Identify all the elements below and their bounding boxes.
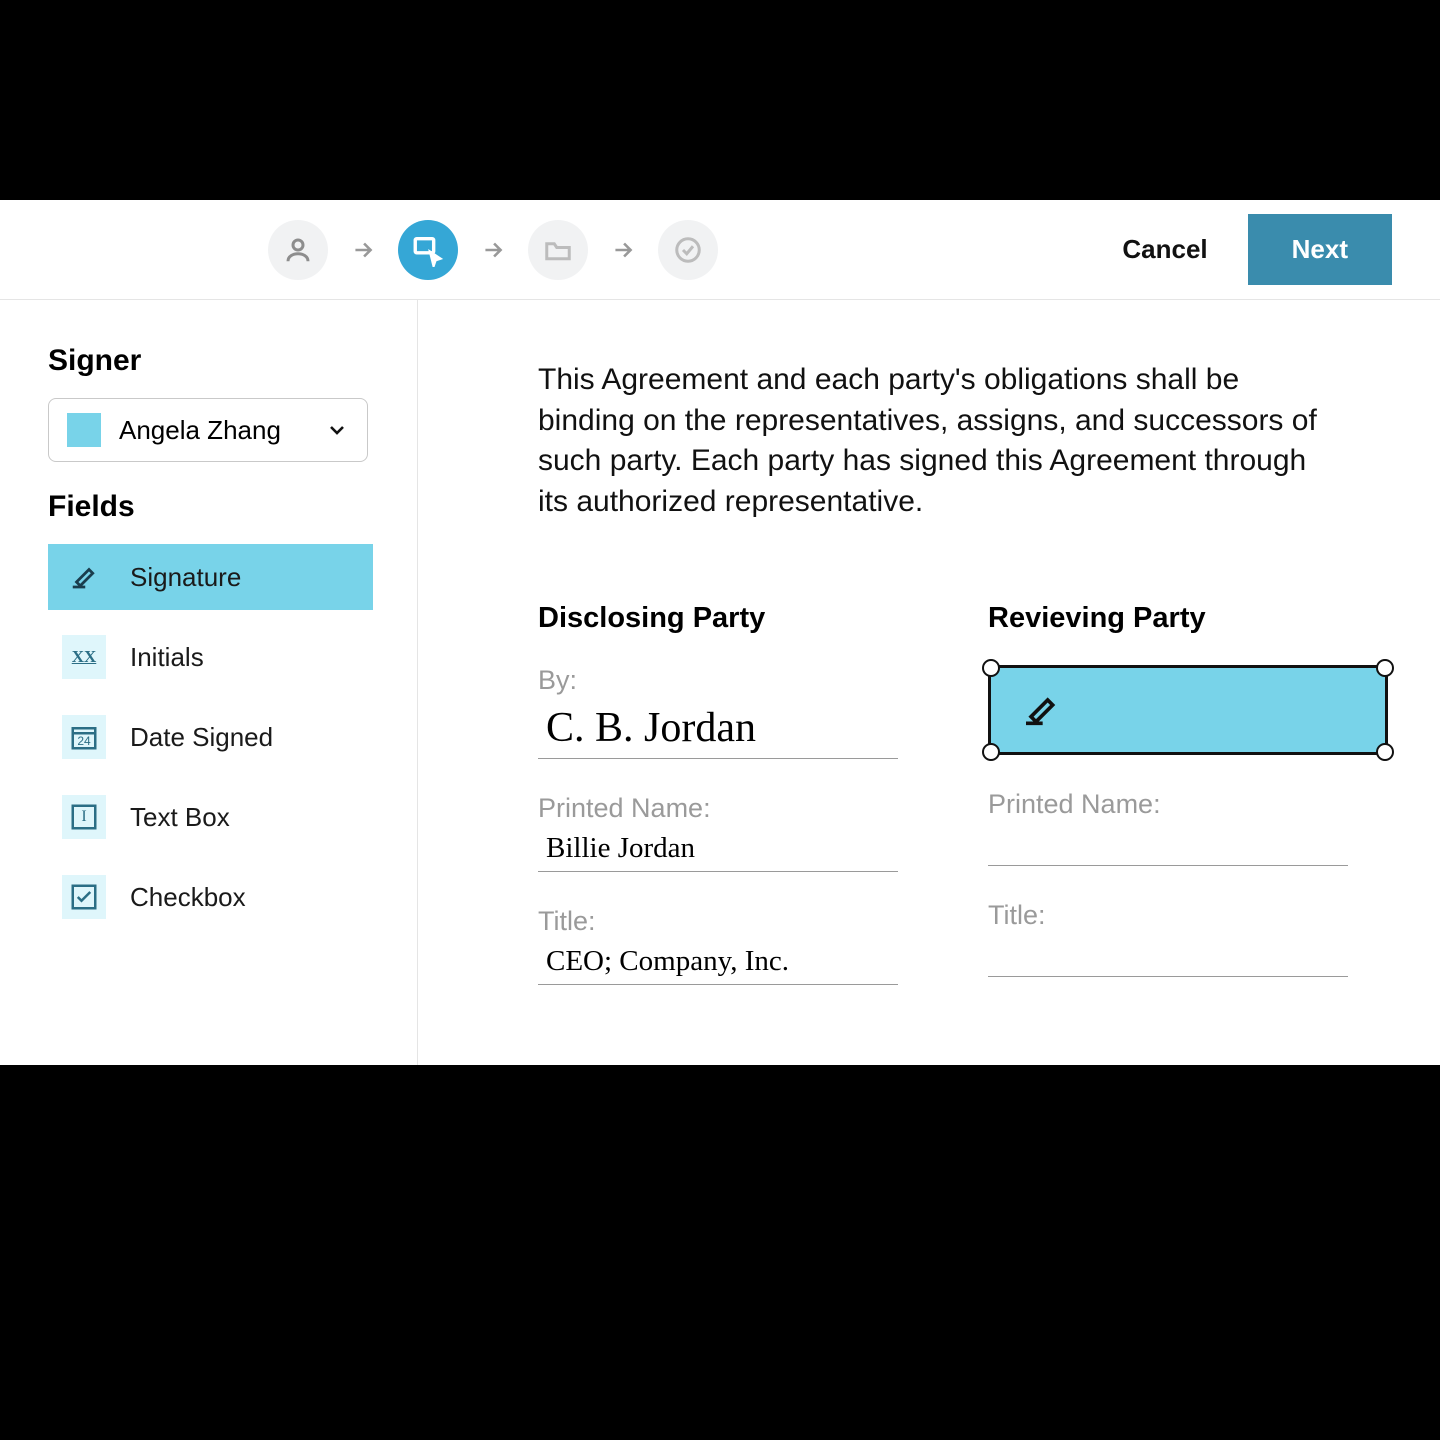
title-label: Title: (988, 900, 1348, 931)
cancel-button[interactable]: Cancel (1122, 234, 1207, 265)
resize-handle[interactable] (982, 659, 1000, 677)
sidebar: Signer Angela Zhang Fields Signature XX … (0, 300, 418, 1065)
agreement-paragraph: This Agreement and each party's obligati… (538, 360, 1318, 522)
progress-stepper (268, 220, 718, 280)
calendar-icon: 24 (62, 715, 106, 759)
signature-icon (1021, 690, 1061, 730)
field-label: Initials (130, 642, 204, 673)
field-signature[interactable]: Signature (48, 544, 373, 610)
title-value[interactable] (988, 931, 1348, 977)
printed-name-label: Printed Name: (538, 793, 898, 824)
field-label: Date Signed (130, 722, 273, 753)
person-icon (283, 235, 313, 265)
resize-handle[interactable] (1376, 743, 1394, 761)
signer-selected-name: Angela Zhang (119, 415, 325, 446)
signature-icon (62, 555, 106, 599)
initials-icon: XX (62, 635, 106, 679)
step-person[interactable] (268, 220, 328, 280)
field-date-signed[interactable]: 24 Date Signed (48, 704, 373, 770)
next-button[interactable]: Next (1248, 214, 1392, 285)
title-label: Title: (538, 906, 898, 937)
check-circle-icon (673, 235, 703, 265)
printed-name-label: Printed Name: (988, 789, 1348, 820)
arrow-right-icon (480, 237, 506, 263)
printed-name-value[interactable] (988, 820, 1348, 866)
signer-color-swatch (67, 413, 101, 447)
field-label: Signature (130, 562, 241, 593)
receiving-party: Revieving Party Printed Name: Title: (988, 602, 1348, 985)
signer-heading: Signer (48, 344, 373, 378)
textbox-icon: I (62, 795, 106, 839)
signature-line: C. B. Jordan (538, 696, 898, 759)
step-complete[interactable] (658, 220, 718, 280)
by-label: By: (538, 665, 898, 696)
arrow-right-icon (350, 237, 376, 263)
chevron-down-icon (325, 418, 349, 442)
field-initials[interactable]: XX Initials (48, 624, 373, 690)
resize-handle[interactable] (1376, 659, 1394, 677)
field-text-box[interactable]: I Text Box (48, 784, 373, 850)
stepper-bar: Cancel Next (0, 200, 1440, 300)
step-fields[interactable] (398, 220, 458, 280)
checkbox-icon (62, 875, 106, 919)
field-placement-icon (411, 233, 445, 267)
party-heading: Disclosing Party (538, 602, 898, 635)
handwritten-signature: C. B. Jordan (546, 705, 756, 751)
signer-dropdown[interactable]: Angela Zhang (48, 398, 368, 462)
folder-icon (543, 235, 573, 265)
field-label: Text Box (130, 802, 230, 833)
step-folder[interactable] (528, 220, 588, 280)
document-canvas: This Agreement and each party's obligati… (418, 300, 1440, 1065)
title-value: CEO; Company, Inc. (538, 937, 898, 985)
fields-heading: Fields (48, 490, 373, 524)
disclosing-party: Disclosing Party By: C. B. Jordan Printe… (538, 602, 898, 985)
resize-handle[interactable] (982, 743, 1000, 761)
signature-field-placeholder[interactable] (988, 665, 1388, 755)
party-heading: Revieving Party (988, 602, 1348, 635)
field-checkbox[interactable]: Checkbox (48, 864, 373, 930)
arrow-right-icon (610, 237, 636, 263)
field-label: Checkbox (130, 882, 246, 913)
printed-name-value: Billie Jordan (538, 824, 898, 872)
